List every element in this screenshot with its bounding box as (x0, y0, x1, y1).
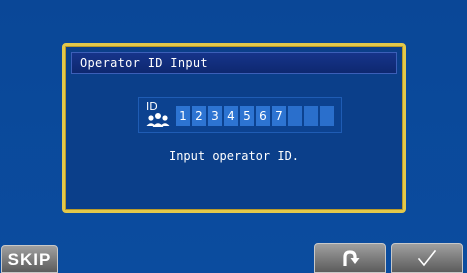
operators-icon: ID (143, 101, 173, 131)
dialog-title: Operator ID Input (71, 52, 397, 74)
operator-id-dialog: Operator ID Input ID 1 2 3 4 5 6 7 Input… (62, 43, 406, 213)
checkmark-icon (417, 249, 437, 267)
skip-button[interactable]: SKIP (1, 245, 58, 273)
digit-cell: 2 (192, 106, 206, 126)
digit-cell: 5 (240, 106, 254, 126)
digit-cell-empty (288, 106, 302, 126)
operator-id-field[interactable]: ID 1 2 3 4 5 6 7 (138, 97, 342, 133)
digit-cell-empty (304, 106, 318, 126)
digit-cell: 7 (272, 106, 286, 126)
digit-cell: 1 (176, 106, 190, 126)
digit-cell: 4 (224, 106, 238, 126)
screen: Operator ID Input ID 1 2 3 4 5 6 7 Input… (0, 0, 467, 273)
digit-cell: 6 (256, 106, 270, 126)
back-button[interactable] (314, 243, 386, 273)
prompt-text: Input operator ID. (168, 149, 300, 163)
return-arrow-icon (343, 250, 360, 266)
ok-button[interactable] (391, 243, 463, 273)
digit-cell-empty (320, 106, 334, 126)
digit-row: 1 2 3 4 5 6 7 (176, 106, 334, 126)
digit-cell: 3 (208, 106, 222, 126)
